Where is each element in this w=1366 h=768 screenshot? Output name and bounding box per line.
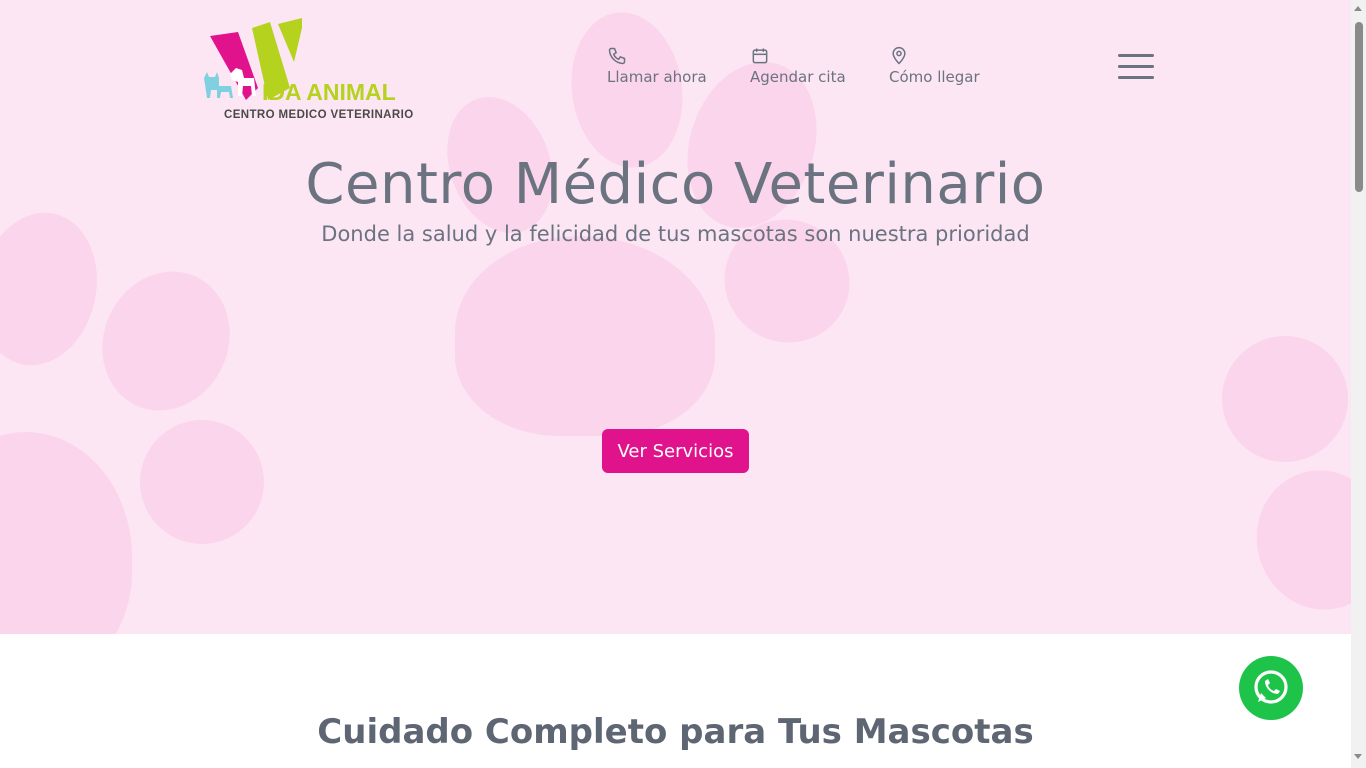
logo-main-text: IDA ANIMAL	[262, 79, 396, 105]
hamburger-line	[1118, 54, 1154, 57]
paw-pad	[1201, 315, 1351, 483]
logo-sub-text: CENTRO MEDICO VETERINARIO	[224, 109, 414, 121]
scroll-up-arrow[interactable]	[1354, 6, 1362, 11]
hero-section: IDA ANIMAL CENTRO MEDICO VETERINARIO Lla…	[0, 0, 1351, 634]
paw-pad	[1241, 455, 1351, 625]
hamburger-line	[1118, 76, 1154, 79]
section-title: Cuidado Completo para Tus Mascotas	[317, 712, 1034, 752]
whatsapp-button[interactable]	[1239, 656, 1303, 720]
paw-pad	[455, 236, 715, 436]
brand-logo[interactable]: IDA ANIMAL CENTRO MEDICO VETERINARIO	[198, 18, 454, 122]
paw-pad	[0, 432, 132, 634]
paw-pad	[122, 402, 282, 562]
page-scrollbar[interactable]	[1351, 0, 1366, 768]
hero-subtitle: Donde la salud y la felicidad de tus mas…	[321, 222, 1030, 246]
whatsapp-icon	[1254, 670, 1288, 704]
calendar-icon	[752, 48, 768, 64]
hero-title: Centro Médico Veterinario	[305, 152, 1046, 217]
page: IDA ANIMAL CENTRO MEDICO VETERINARIO Lla…	[0, 0, 1351, 768]
nav-book-appointment-label: Agendar cita	[750, 68, 846, 86]
view-services-button[interactable]: Ver Servicios	[602, 429, 749, 473]
scroll-thumb[interactable]	[1355, 22, 1363, 192]
paw-pad	[561, 5, 693, 175]
phone-icon	[608, 47, 626, 65]
paw-pad	[79, 250, 253, 432]
nav-book-appointment[interactable]: Agendar cita	[750, 46, 846, 86]
nav-directions-label: Cómo llegar	[889, 68, 980, 86]
scroll-down-arrow[interactable]	[1354, 754, 1362, 759]
location-pin-icon	[892, 46, 906, 65]
nav-call-now-label: Llamar ahora	[607, 68, 707, 86]
dog-cat-logo-icon: IDA ANIMAL CENTRO MEDICO VETERINARIO	[204, 18, 414, 121]
nav-call-now[interactable]: Llamar ahora	[607, 46, 707, 86]
hamburger-line	[1118, 65, 1154, 68]
hamburger-menu-icon[interactable]	[1118, 54, 1154, 82]
nav-directions[interactable]: Cómo llegar	[889, 46, 980, 86]
